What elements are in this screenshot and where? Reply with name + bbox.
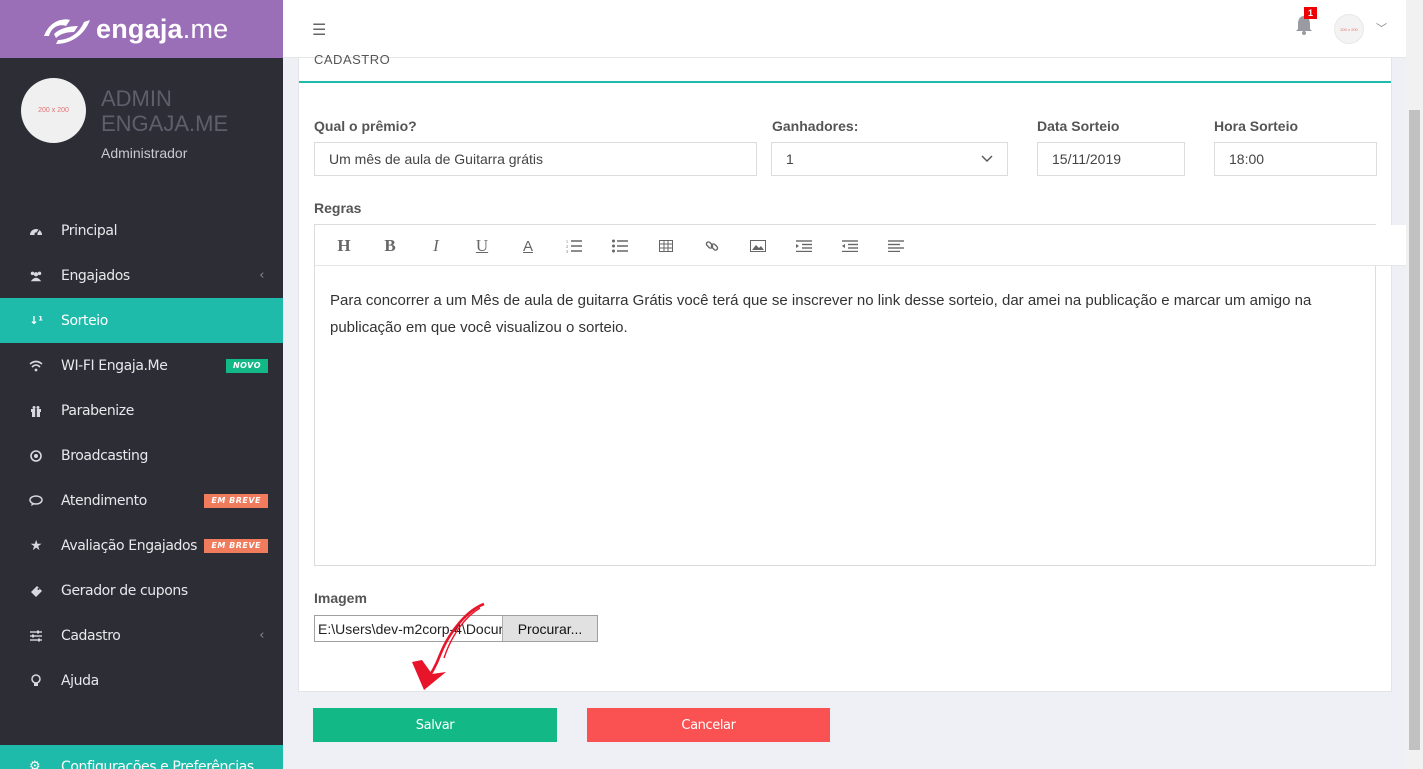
annotation-arrow-icon: [412, 602, 485, 690]
rich-text-editor[interactable]: H B I U A 123 Para concorrer a um Mês de…: [314, 224, 1408, 566]
ticket-icon: [29, 584, 43, 598]
imagem-label: Imagem: [314, 590, 367, 606]
hora-sorteio-input[interactable]: 18:00: [1214, 142, 1377, 176]
svg-text:3: 3: [566, 249, 568, 253]
regras-label: Regras: [314, 200, 362, 216]
sidebar-item-principal[interactable]: Principal: [0, 208, 283, 253]
logo-icon: [44, 19, 90, 44]
menu-toggle-icon[interactable]: ☰: [312, 20, 326, 40]
chevron-left-icon: ‹: [259, 628, 264, 643]
link-icon[interactable]: [702, 236, 722, 256]
sidebar-item-label: Ajuda: [61, 672, 99, 689]
card-title: CADASTRO: [314, 52, 391, 67]
sidebar-item-avaliacao[interactable]: ★ Avaliação Engajados EM BREVE: [0, 523, 283, 568]
image-icon[interactable]: [748, 236, 768, 256]
sidebar-item-label: Avaliação Engajados: [61, 537, 198, 554]
broadcast-icon: [29, 449, 43, 463]
align-left-icon[interactable]: [886, 236, 906, 256]
coming-soon-badge: EM BREVE: [204, 493, 268, 508]
gift-icon: [29, 404, 43, 418]
sidebar-item-ajuda[interactable]: Ajuda: [0, 658, 283, 703]
top-bar: ☰ 1 200 x 200 ﹀: [283, 0, 1423, 58]
gear-icon: ⚙: [29, 759, 41, 769]
ganhadores-value: 1: [786, 151, 794, 167]
brand-name: engaja.me: [96, 13, 229, 44]
profile-role: Administrador: [101, 145, 188, 161]
sidebar-item-label: Parabenize: [61, 402, 134, 419]
form-card: CADASTRO Qual o prêmio? Um mês de aula d…: [298, 52, 1408, 692]
sidebar: engaja.me 200 x 200 ADMIN ENGAJA.ME Admi…: [0, 0, 283, 769]
sidebar-item-engajados[interactable]: Engajados ‹: [0, 253, 283, 298]
indent-icon[interactable]: [794, 236, 814, 256]
card-header: CADASTRO: [299, 52, 1391, 83]
sort-icon: ↓¹: [29, 314, 43, 327]
sidebar-item-label: Atendimento: [61, 492, 147, 509]
brand-header[interactable]: engaja.me: [0, 0, 283, 58]
italic-button[interactable]: I: [426, 236, 446, 256]
cancel-button[interactable]: Cancelar: [587, 708, 830, 742]
ganhadores-select[interactable]: 1: [771, 142, 1008, 176]
chevron-down-icon: [981, 152, 993, 166]
sidebar-item-broadcasting[interactable]: Broadcasting: [0, 433, 283, 478]
notification-count-badge: 1: [1304, 7, 1318, 19]
sidebar-item-label: WI-FI Engaja.Me: [61, 357, 168, 374]
sidebar-item-settings[interactable]: ⚙ Configurações e Preferências: [0, 745, 283, 769]
sidebar-item-label: Principal: [61, 222, 118, 239]
save-button[interactable]: Salvar: [313, 708, 557, 742]
sidebar-item-cupons[interactable]: Gerador de cupons: [0, 568, 283, 613]
sidebar-item-label: Cadastro: [61, 627, 121, 644]
chat-icon: [29, 494, 43, 508]
profile-panel: 200 x 200 ADMIN ENGAJA.ME Administrador: [0, 58, 283, 208]
unordered-list-icon[interactable]: [610, 236, 630, 256]
text-color-button[interactable]: A: [518, 236, 538, 256]
profile-name: ADMIN ENGAJA.ME: [101, 86, 229, 136]
users-icon: [29, 269, 43, 283]
sidebar-item-label: Gerador de cupons: [61, 582, 188, 599]
premio-input[interactable]: Um mês de aula de Guitarra grátis: [314, 142, 757, 176]
editor-content[interactable]: Para concorrer a um Mês de aula de guita…: [330, 287, 1370, 341]
wifi-icon: [29, 359, 43, 373]
heading-button[interactable]: H: [334, 236, 354, 256]
new-badge: NOVO: [225, 358, 268, 373]
sidebar-item-cadastro[interactable]: Cadastro ‹: [0, 613, 283, 658]
avatar[interactable]: 200 x 200: [21, 78, 86, 143]
dashboard-icon: [29, 224, 43, 238]
scrollbar-thumb[interactable]: [1409, 110, 1420, 750]
underline-button[interactable]: U: [472, 236, 492, 256]
browse-button[interactable]: Procurar...: [502, 616, 597, 641]
outdent-icon[interactable]: [840, 236, 860, 256]
editor-toolbar: H B I U A 123: [315, 225, 1408, 266]
sidebar-item-sorteio[interactable]: ↓¹ Sorteio: [0, 298, 283, 343]
star-icon: ★: [29, 537, 43, 554]
ordered-list-icon[interactable]: 123: [564, 236, 584, 256]
ganhadores-label: Ganhadores:: [772, 118, 859, 134]
sliders-icon: [29, 629, 43, 643]
data-sorteio-label: Data Sorteio: [1037, 118, 1120, 134]
table-icon[interactable]: [656, 236, 676, 256]
page-scrollbar[interactable]: [1406, 0, 1423, 769]
sidebar-item-label: Broadcasting: [61, 447, 148, 464]
hora-sorteio-label: Hora Sorteio: [1214, 118, 1299, 134]
user-avatar[interactable]: 200 x 200: [1334, 14, 1364, 44]
sidebar-menu: Principal Engajados ‹ ↓¹ Sorteio WI-FI E…: [0, 208, 283, 703]
chevron-left-icon: ‹: [259, 268, 264, 283]
sidebar-item-atendimento[interactable]: Atendimento EM BREVE: [0, 478, 283, 523]
premio-label: Qual o prêmio?: [314, 118, 417, 134]
data-sorteio-input[interactable]: 15/11/2019: [1037, 142, 1185, 176]
sidebar-item-label: Engajados: [61, 267, 130, 284]
sidebar-item-label: Sorteio: [61, 312, 108, 329]
bold-button[interactable]: B: [380, 236, 400, 256]
sidebar-item-parabenize[interactable]: Parabenize: [0, 388, 283, 433]
coming-soon-badge: EM BREVE: [204, 538, 268, 553]
lightbulb-icon: [29, 674, 43, 688]
chevron-down-icon[interactable]: ﹀: [1376, 20, 1387, 36]
sidebar-item-label: Configurações e Preferências: [61, 759, 254, 769]
sidebar-item-wifi[interactable]: WI-FI Engaja.Me NOVO: [0, 343, 283, 388]
